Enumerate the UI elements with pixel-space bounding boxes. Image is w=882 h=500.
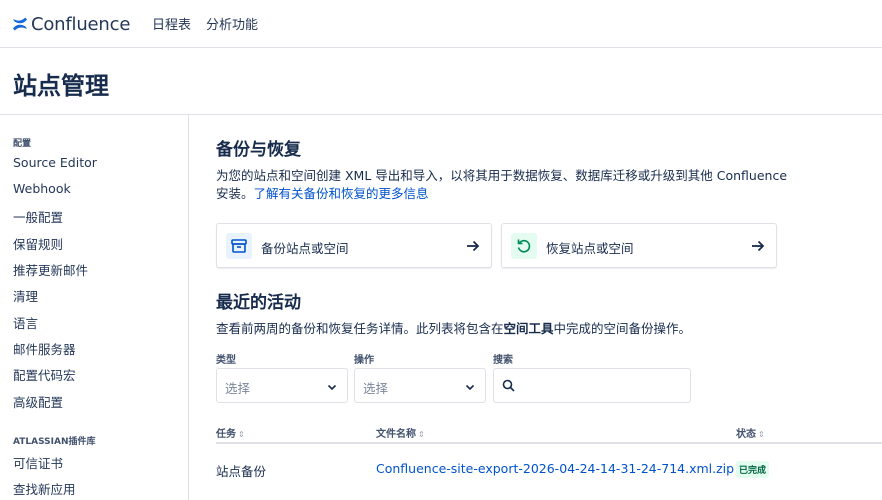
activity-description: 查看前两周的备份和恢复任务详情。此列表将包含在空间工具中完成的空间备份操作。 — [216, 320, 691, 338]
column-header-task[interactable]: 任务 ⇕ — [216, 425, 245, 440]
sidebar-heading-configuration: 配置 — [13, 139, 32, 149]
brand-name: Confluence — [31, 13, 131, 35]
backup-description-prefix: 安装。 — [216, 186, 254, 201]
chevron-down-icon — [327, 384, 337, 391]
table-header-divider — [216, 442, 882, 444]
column-header-status[interactable]: 状态 ⇕ — [736, 425, 765, 440]
column-header-filename-label: 文件名称 — [376, 429, 416, 440]
status-badge: 已完成 — [736, 461, 770, 478]
restore-site-or-space-card[interactable]: 恢复站点或空间 — [501, 223, 777, 268]
learn-more-link[interactable]: 了解有关备份和恢复的更多信息 — [254, 186, 429, 201]
backup-site-or-space-card[interactable]: 备份站点或空间 — [216, 223, 492, 268]
column-header-task-label: 任务 — [216, 429, 236, 440]
search-input[interactable] — [520, 375, 685, 397]
sort-icon: ⇕ — [238, 430, 245, 439]
confluence-logo[interactable]: Confluence — [12, 12, 130, 36]
archive-icon — [226, 233, 252, 259]
sidebar-item-source-editor[interactable]: Source Editor — [13, 155, 97, 170]
action-filter-select[interactable]: 选择 — [354, 368, 486, 403]
row-task: 站点备份 — [216, 464, 267, 479]
search-filter-label: 搜索 — [493, 355, 513, 366]
sidebar-item-mail-servers[interactable]: 邮件服务器 — [13, 339, 76, 358]
sidebar-heading-atlassian-marketplace: ATLASSIAN插件库 — [13, 437, 96, 447]
sidebar-item-webhook[interactable]: Webhook — [13, 181, 71, 196]
recent-activity-title: 最近的活动 — [216, 293, 301, 313]
type-filter-select[interactable]: 选择 — [216, 368, 348, 403]
sidebar-item-further-configuration[interactable]: 高级配置 — [13, 392, 63, 411]
backup-restore-title: 备份与恢复 — [216, 140, 301, 160]
type-filter-label: 类型 — [216, 355, 236, 366]
page-header: 站点管理 — [0, 48, 882, 115]
sidebar-item-recommended-updates-email[interactable]: 推荐更新邮件 — [13, 260, 88, 279]
sidebar-item-retention-rules[interactable]: 保留规则 — [13, 234, 63, 253]
sidebar-item-trusted-certificates[interactable]: 可信证书 — [13, 453, 63, 472]
row-filename-link[interactable]: Confluence-site-export-2026-04-24-14-31-… — [376, 461, 734, 476]
sidebar-item-cleanup[interactable]: 清理 — [13, 286, 38, 305]
restore-icon — [511, 233, 537, 259]
action-filter-value: 选择 — [363, 381, 389, 396]
column-header-status-label: 状态 — [736, 429, 756, 440]
activity-description-prefix: 查看前两周的备份和恢复任务详情。此列表将包含在 — [216, 321, 504, 336]
action-filter-label: 操作 — [354, 355, 374, 366]
restore-card-label: 恢复站点或空间 — [546, 241, 634, 256]
nav-item-calendars[interactable]: 日程表 — [152, 14, 191, 33]
confluence-logo-icon — [13, 17, 27, 31]
sidebar-item-general-configuration[interactable]: 一般配置 — [13, 207, 63, 226]
sidebar-item-configure-code-macro[interactable]: 配置代码宏 — [13, 365, 76, 384]
backup-description-line2: 安装。了解有关备份和恢复的更多信息 — [216, 185, 787, 203]
backup-card-label: 备份站点或空间 — [261, 241, 349, 256]
activity-description-suffix: 中完成的空间备份操作。 — [553, 321, 692, 336]
sidebar-item-find-new-apps[interactable]: 查找新应用 — [13, 479, 76, 498]
sidebar: 配置 Source Editor Webhook 一般配置 保留规则 推荐更新邮… — [0, 115, 189, 500]
chevron-down-icon — [465, 384, 475, 391]
sort-icon: ⇕ — [758, 430, 765, 439]
sidebar-item-languages[interactable]: 语言 — [13, 313, 38, 332]
nav-item-analytics[interactable]: 分析功能 — [206, 14, 258, 33]
top-navigation: Confluence 日程表 分析功能 — [0, 0, 882, 48]
space-tools-emphasis: 空间工具 — [503, 321, 554, 336]
arrow-right-icon — [752, 240, 765, 252]
backup-description-line1: 为您的站点和空间创建 XML 导出和导入，以将其用于数据恢复、数据库迁移或升级到… — [216, 168, 788, 183]
search-box[interactable] — [493, 368, 691, 403]
arrow-right-icon — [467, 240, 480, 252]
type-filter-value: 选择 — [225, 381, 251, 396]
sort-icon: ⇕ — [418, 430, 425, 439]
search-icon — [502, 379, 515, 392]
column-header-filename[interactable]: 文件名称 ⇕ — [376, 425, 425, 440]
backup-description: 为您的站点和空间创建 XML 导出和导入，以将其用于数据恢复、数据库迁移或升级到… — [216, 167, 787, 203]
page-title: 站点管理 — [13, 72, 109, 100]
